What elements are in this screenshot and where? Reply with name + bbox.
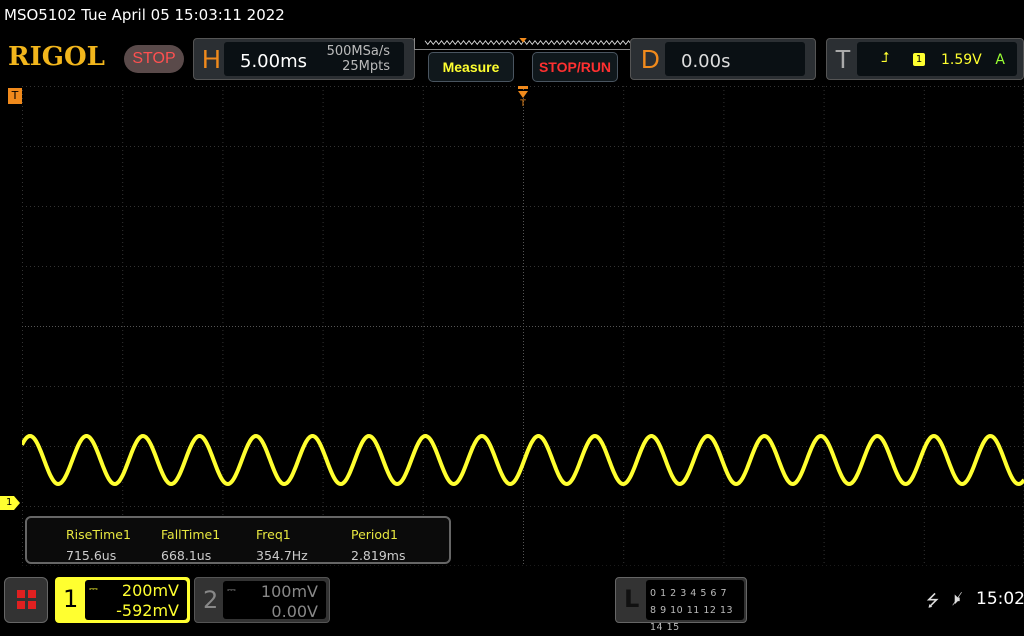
trigger-letter: T xyxy=(835,44,851,74)
trigger-position-marker[interactable]: T xyxy=(517,86,529,109)
speaker-muted-icon[interactable]: 🕨̸ xyxy=(950,589,960,609)
status-clock: 15:02 xyxy=(976,589,1024,609)
trigger-level-marker[interactable]: T xyxy=(8,88,22,104)
measure-button[interactable]: Measure xyxy=(428,52,514,82)
rising-edge-icon: ⮥ xyxy=(881,50,890,66)
stop-run-button[interactable]: STOP/RUN xyxy=(532,52,618,82)
menu-button[interactable] xyxy=(4,577,48,623)
ch2-offset: 0.00V xyxy=(271,602,318,621)
channel-2-panel[interactable]: 2 ⎓ 100mV 0.00V xyxy=(194,577,330,623)
dc-coupling-icon: ⎓ xyxy=(227,583,236,596)
channel-1-number: 1 xyxy=(63,585,79,613)
trigger-source: 1 xyxy=(913,53,925,66)
waveform-display[interactable] xyxy=(22,86,1024,566)
horizontal-panel[interactable]: H 5.00ms 500MSa/s 25Mpts xyxy=(193,38,415,80)
logic-letter: L xyxy=(624,585,640,613)
channel-2-number: 2 xyxy=(203,586,219,614)
measurement-label: FallTime1 xyxy=(161,527,221,542)
logic-channels-row2: 8 9 10 11 12 13 14 15 xyxy=(650,605,734,633)
title-bar: MSO5102 Tue April 05 15:03:11 2022 xyxy=(4,6,285,24)
trigger-level: 1.59V xyxy=(941,52,982,68)
delay-letter: D xyxy=(641,44,660,74)
logic-channels-row1: 0 1 2 3 4 5 6 7 xyxy=(650,588,727,599)
run-state-badge[interactable]: STOP xyxy=(124,45,184,73)
ch2-scale: 100mV xyxy=(260,582,318,601)
sample-rate: 500MSa/s xyxy=(326,44,390,59)
timebase-value: 5.00ms xyxy=(240,51,307,72)
measurement-label: RiseTime1 xyxy=(66,527,131,542)
measurement-value: 354.7Hz xyxy=(256,548,308,563)
usb-icon: ⭍ xyxy=(926,591,940,610)
channel-1-panel[interactable]: 1 ⎓ 200mV -592mV xyxy=(55,577,190,623)
horizontal-letter: H xyxy=(202,44,221,74)
delay-value: 0.00s xyxy=(681,51,731,72)
ch1-scale: 200mV xyxy=(121,581,179,600)
logic-analyzer-panel[interactable]: L 0 1 2 3 4 5 6 7 8 9 10 11 12 13 14 15 xyxy=(615,577,747,633)
grid-menu-icon xyxy=(17,590,36,609)
trigger-panel[interactable]: T ⮥ 1 1.59V A xyxy=(826,38,1024,80)
dc-coupling-icon: ⎓ xyxy=(89,582,98,595)
trigger-mode: A xyxy=(995,52,1005,68)
trigger-marker-text: T xyxy=(519,99,526,108)
measurement-label: Freq1 xyxy=(256,527,291,542)
measurement-value: 715.6us xyxy=(66,548,117,563)
delay-panel[interactable]: D 0.00s xyxy=(630,38,816,80)
measurement-label: Period1 xyxy=(351,527,398,542)
memory-depth: 25Mpts xyxy=(342,59,390,74)
trigger-position-icon xyxy=(519,38,527,43)
memory-overview-bar xyxy=(414,38,634,50)
ch1-offset-marker[interactable]: 1 xyxy=(0,496,20,510)
ch1-offset: -592mV xyxy=(116,601,179,620)
measurement-value: 2.819ms xyxy=(351,548,406,563)
rigol-logo: RIGOL xyxy=(8,42,105,72)
measurement-value: 668.1us xyxy=(161,548,212,563)
measurement-panel: RiseTime1 715.6us FallTime1 668.1us Freq1 3… xyxy=(25,516,451,564)
